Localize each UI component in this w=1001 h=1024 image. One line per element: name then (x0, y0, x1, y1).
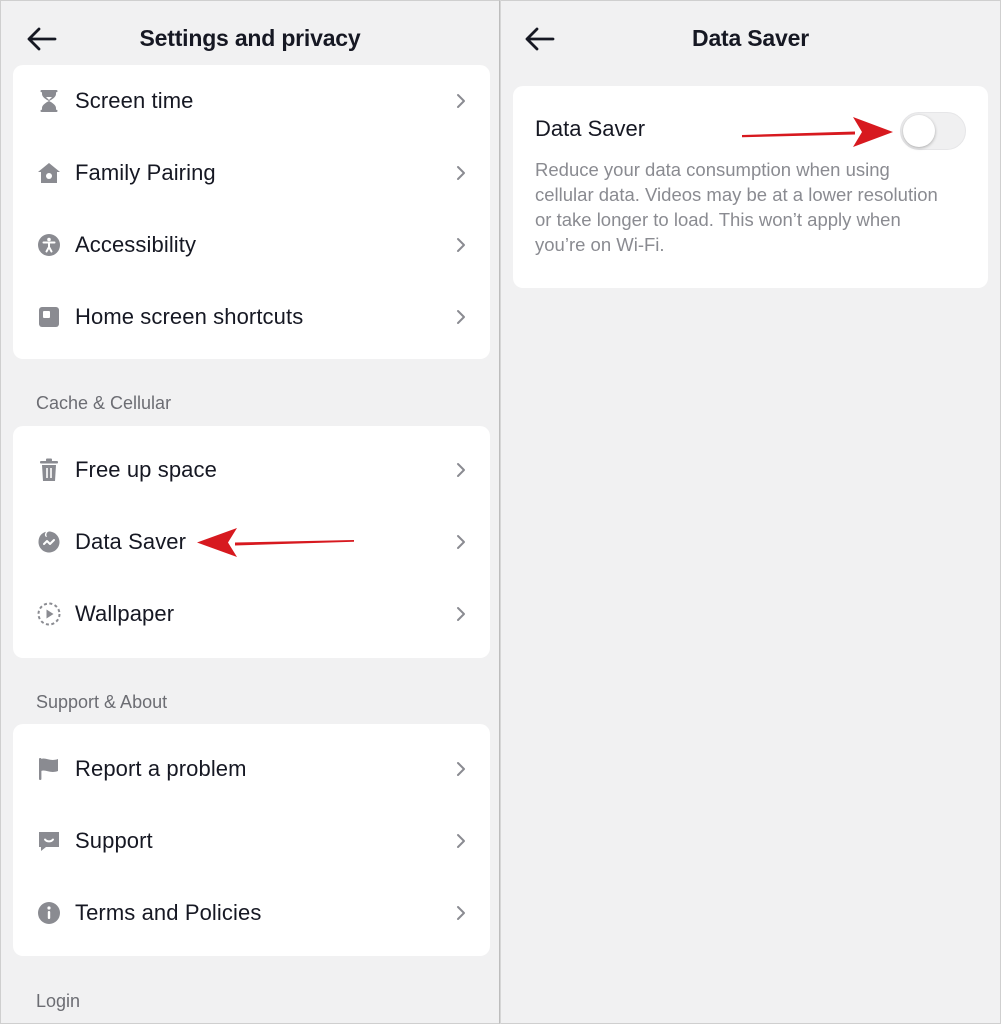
list-item-free-up-space[interactable]: Free up space (13, 434, 490, 506)
chevron-right-icon (454, 236, 468, 254)
chevron-right-icon (454, 760, 468, 778)
data-saver-description: Reduce your data consumption when using … (535, 159, 938, 255)
chevron-right-icon (454, 832, 468, 850)
list-item-label: Family Pairing (75, 160, 216, 185)
list-item-support[interactable]: Support (13, 805, 490, 877)
chevron-right-icon (454, 904, 468, 922)
list-item-wallpaper[interactable]: Wallpaper (13, 578, 490, 650)
settings-privacy-panel: Settings and privacy Screen time Family … (0, 0, 500, 1024)
page-title: Settings and privacy (139, 25, 361, 51)
annotation-arrow-right (742, 117, 893, 147)
list-item-label: Accessibility (75, 232, 197, 257)
chevron-right-icon (454, 533, 468, 551)
data-saver-panel: Data Saver Data Saver Reduce your data c… (501, 0, 1001, 1024)
section-title-cache: Cache & Cellular (36, 393, 172, 413)
list-item-label: Screen time (75, 88, 194, 113)
wallpaper-icon (37, 602, 61, 626)
data-saver-icon (37, 530, 61, 554)
support-icon (37, 829, 61, 853)
list-item-label: Support (75, 828, 153, 853)
top-bar: Data Saver (501, 1, 1000, 77)
accessibility-icon (37, 233, 61, 257)
list-item-home-screen-shortcuts[interactable]: Home screen shortcuts (13, 281, 490, 353)
data-saver-toggle[interactable] (900, 112, 966, 150)
shortcut-icon (37, 305, 61, 329)
list-item-terms-and-policies[interactable]: Terms and Policies (13, 877, 490, 949)
list-item-label: Data Saver (75, 529, 187, 554)
toggle-knob (903, 115, 935, 147)
list-item-label: Home screen shortcuts (75, 304, 304, 329)
chevron-right-icon (454, 461, 468, 479)
list-item-label: Wallpaper (75, 601, 175, 626)
list-item-family-pairing[interactable]: Family Pairing (13, 137, 490, 209)
chevron-right-icon (454, 92, 468, 110)
list-item-label: Free up space (75, 457, 217, 482)
list-item-screen-time[interactable]: Screen time (13, 65, 490, 137)
annotation-arrow-left (197, 528, 354, 557)
list-item-label: Report a problem (75, 756, 247, 781)
page-title: Data Saver (692, 25, 809, 51)
hourglass-icon (37, 89, 61, 113)
chevron-right-icon (454, 308, 468, 326)
list-item-report-a-problem[interactable]: Report a problem (13, 733, 490, 805)
info-icon (37, 901, 61, 925)
chevron-right-icon (454, 164, 468, 182)
list-item-accessibility[interactable]: Accessibility (13, 209, 490, 281)
section-title-login: Login (36, 991, 81, 1011)
settings-card-support: Report a problem Support Terms and Polic… (13, 724, 490, 956)
chevron-right-icon (454, 605, 468, 623)
trash-icon (37, 458, 61, 482)
data-saver-label: Data Saver (535, 116, 646, 141)
home-icon (37, 161, 61, 185)
section-title-support: Support & About (36, 692, 168, 712)
settings-card-general: Screen time Family Pairing Accessibility… (13, 65, 490, 359)
flag-icon (37, 757, 61, 781)
list-item-label: Terms and Policies (75, 900, 262, 925)
